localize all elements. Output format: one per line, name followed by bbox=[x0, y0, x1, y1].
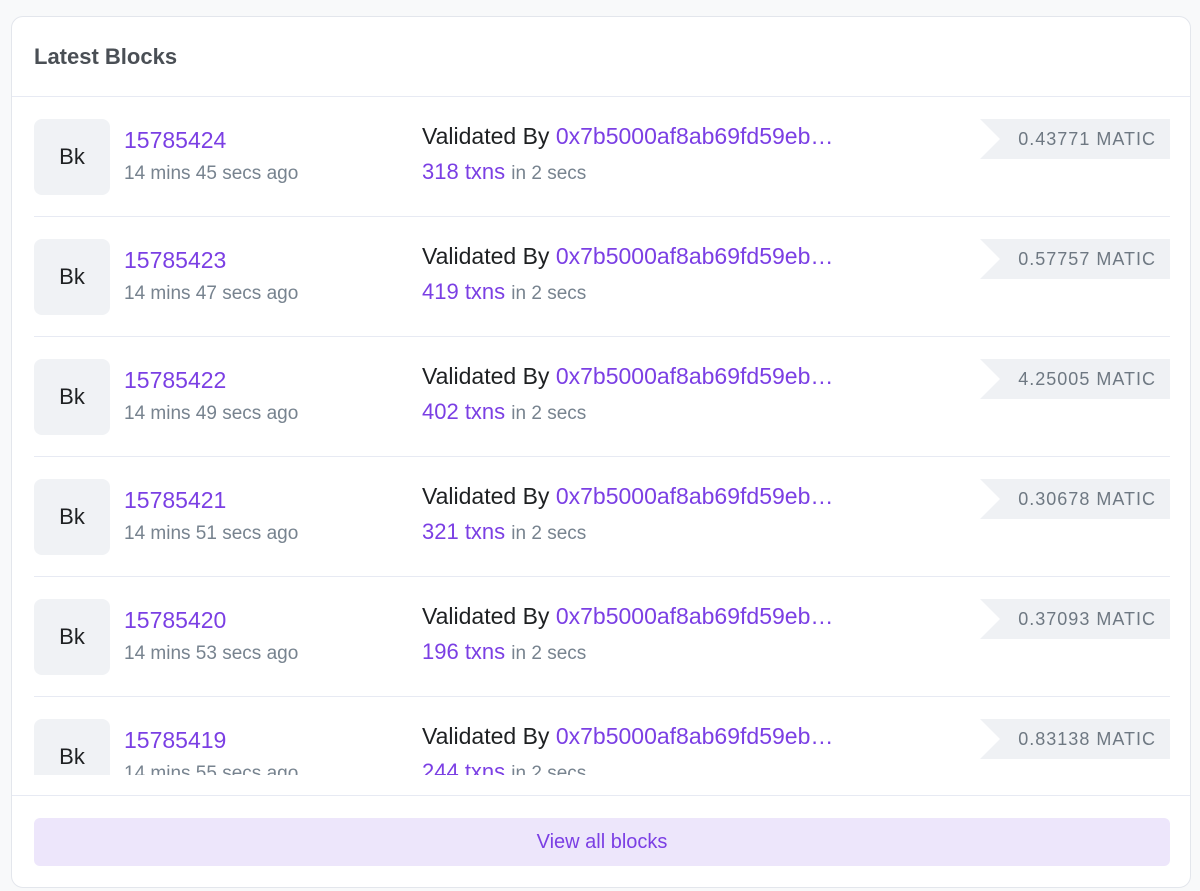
block-row: Bk 15785422 14 mins 49 secs ago Validate… bbox=[34, 337, 1170, 457]
block-duration: in 2 secs bbox=[511, 163, 587, 184]
validated-by: Validated By 0x7b5000af8ab69fd59eb… bbox=[422, 723, 833, 750]
txns-link[interactable]: 196 txns bbox=[422, 639, 505, 664]
card-title: Latest Blocks bbox=[34, 43, 178, 69]
validator-address-link[interactable]: 0x7b5000af8ab69fd59eb… bbox=[556, 363, 834, 389]
validated-by: Validated By 0x7b5000af8ab69fd59eb… bbox=[422, 243, 833, 270]
block-reward-badge: 0.37093 MATIC bbox=[980, 599, 1170, 639]
block-reward-badge: 0.43771 MATIC bbox=[980, 119, 1170, 159]
validated-by: Validated By 0x7b5000af8ab69fd59eb… bbox=[422, 123, 833, 150]
block-row: Bk 15785420 14 mins 53 secs ago Validate… bbox=[34, 577, 1170, 697]
validator-address-link[interactable]: 0x7b5000af8ab69fd59eb… bbox=[556, 483, 834, 509]
block-number-link[interactable]: 15785419 bbox=[124, 727, 226, 754]
txns-link[interactable]: 321 txns bbox=[422, 519, 505, 544]
validated-by: Validated By 0x7b5000af8ab69fd59eb… bbox=[422, 483, 833, 510]
block-reward-badge: 0.57757 MATIC bbox=[980, 239, 1170, 279]
block-age: 14 mins 47 secs ago bbox=[124, 283, 299, 304]
validator-address-link[interactable]: 0x7b5000af8ab69fd59eb… bbox=[556, 243, 834, 269]
validated-by: Validated By 0x7b5000af8ab69fd59eb… bbox=[422, 603, 833, 630]
txns-line: 419 txns in 2 secs bbox=[422, 279, 586, 305]
block-age: 14 mins 55 secs ago bbox=[124, 763, 299, 775]
block-row: Bk 15785421 14 mins 51 secs ago Validate… bbox=[34, 457, 1170, 577]
block-duration: in 2 secs bbox=[511, 763, 587, 775]
validated-by-label: Validated By bbox=[422, 483, 550, 509]
txns-line: 402 txns in 2 secs bbox=[422, 399, 586, 425]
txns-link[interactable]: 318 txns bbox=[422, 159, 505, 184]
block-duration: in 2 secs bbox=[511, 523, 587, 544]
blocks-list[interactable]: Bk 15785424 14 mins 45 secs ago Validate… bbox=[12, 97, 1190, 775]
block-age: 14 mins 51 secs ago bbox=[124, 523, 299, 544]
block-duration: in 2 secs bbox=[511, 643, 587, 664]
block-age: 14 mins 45 secs ago bbox=[124, 163, 299, 184]
card-footer: View all blocks bbox=[12, 795, 1190, 887]
block-badge: Bk bbox=[34, 239, 110, 315]
block-number-link[interactable]: 15785421 bbox=[124, 487, 226, 514]
block-number-link[interactable]: 15785420 bbox=[124, 607, 226, 634]
block-number-link[interactable]: 15785422 bbox=[124, 367, 226, 394]
block-row: Bk 15785423 14 mins 47 secs ago Validate… bbox=[34, 217, 1170, 337]
validator-address-link[interactable]: 0x7b5000af8ab69fd59eb… bbox=[556, 723, 834, 749]
validated-by: Validated By 0x7b5000af8ab69fd59eb… bbox=[422, 363, 833, 390]
block-duration: in 2 secs bbox=[511, 403, 587, 424]
validated-by-label: Validated By bbox=[422, 363, 550, 389]
validated-by-label: Validated By bbox=[422, 723, 550, 749]
txns-line: 321 txns in 2 secs bbox=[422, 519, 586, 545]
validated-by-label: Validated By bbox=[422, 243, 550, 269]
block-reward-badge: 4.25005 MATIC bbox=[980, 359, 1170, 399]
block-badge: Bk bbox=[34, 119, 110, 195]
block-number-link[interactable]: 15785423 bbox=[124, 247, 226, 274]
txns-line: 244 txns in 2 secs bbox=[422, 759, 586, 775]
block-badge: Bk bbox=[34, 719, 110, 775]
txns-link[interactable]: 244 txns bbox=[422, 759, 505, 775]
block-badge: Bk bbox=[34, 359, 110, 435]
card-header: Latest Blocks bbox=[12, 17, 1190, 97]
block-reward-badge: 0.83138 MATIC bbox=[980, 719, 1170, 759]
txns-line: 196 txns in 2 secs bbox=[422, 639, 586, 665]
block-age: 14 mins 49 secs ago bbox=[124, 403, 299, 424]
block-age: 14 mins 53 secs ago bbox=[124, 643, 299, 664]
validator-address-link[interactable]: 0x7b5000af8ab69fd59eb… bbox=[556, 123, 834, 149]
block-number-link[interactable]: 15785424 bbox=[124, 127, 226, 154]
validator-address-link[interactable]: 0x7b5000af8ab69fd59eb… bbox=[556, 603, 834, 629]
block-badge: Bk bbox=[34, 479, 110, 555]
txns-link[interactable]: 419 txns bbox=[422, 279, 505, 304]
block-row: Bk 15785419 14 mins 55 secs ago Validate… bbox=[34, 697, 1170, 775]
txns-link[interactable]: 402 txns bbox=[422, 399, 505, 424]
block-row: Bk 15785424 14 mins 45 secs ago Validate… bbox=[34, 97, 1170, 217]
block-badge: Bk bbox=[34, 599, 110, 675]
validated-by-label: Validated By bbox=[422, 123, 550, 149]
block-reward-badge: 0.30678 MATIC bbox=[980, 479, 1170, 519]
block-duration: in 2 secs bbox=[511, 283, 587, 304]
txns-line: 318 txns in 2 secs bbox=[422, 159, 586, 185]
validated-by-label: Validated By bbox=[422, 603, 550, 629]
view-all-blocks-button[interactable]: View all blocks bbox=[34, 818, 1170, 866]
latest-blocks-card: Latest Blocks Bk 15785424 14 mins 45 sec… bbox=[11, 16, 1191, 888]
